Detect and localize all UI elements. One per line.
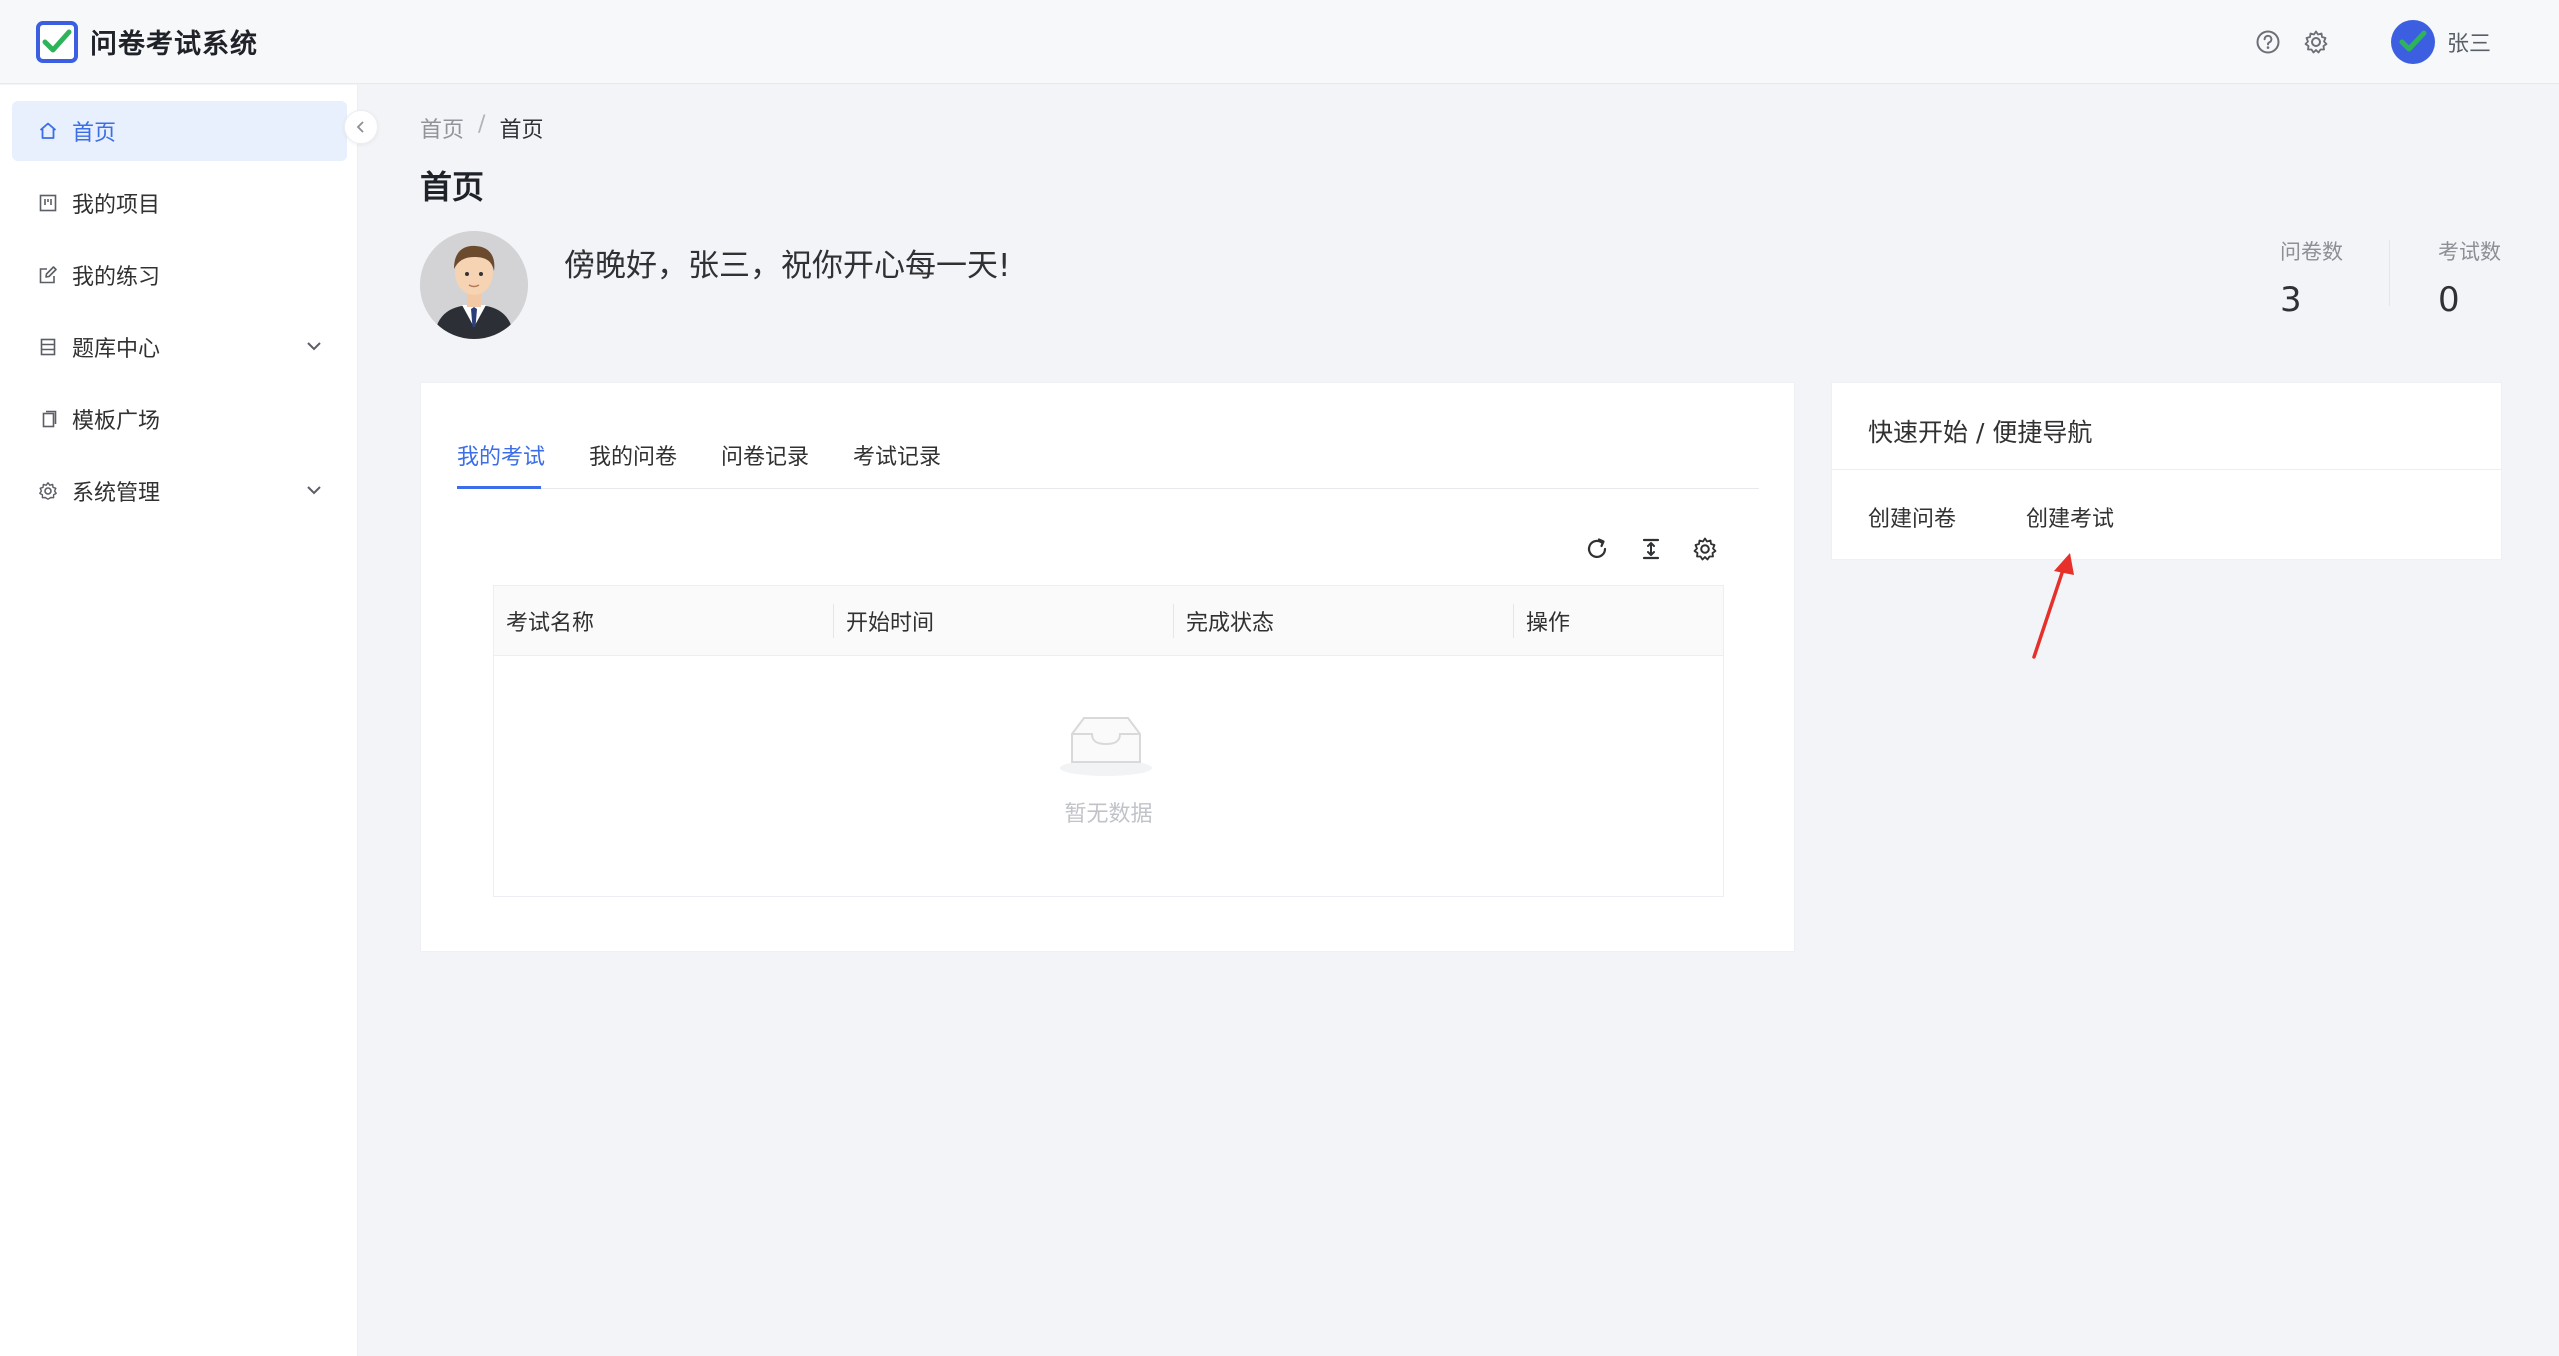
breadcrumb-root[interactable]: 首页 <box>420 112 464 144</box>
stat-label: 考试数 <box>2438 240 2501 264</box>
quick-start-divider <box>1832 469 2501 470</box>
quick-start-card: 快速开始 / 便捷导航 创建问卷 创建考试 <box>1831 382 2502 560</box>
empty-text: 暂无数据 <box>1064 802 1153 827</box>
gear-icon[interactable] <box>2301 27 2331 57</box>
annotation-arrow-icon <box>2032 553 2074 659</box>
tab-survey-records[interactable]: 问卷记录 <box>721 439 809 489</box>
profile-avatar <box>420 231 528 339</box>
tab-bar: 我的考试 我的问卷 问卷记录 考试记录 <box>457 439 1759 489</box>
chevron-down-icon <box>307 486 321 495</box>
sidebar-item-templates[interactable]: 模板广场 <box>12 389 347 449</box>
create-exam-link[interactable]: 创建考试 <box>2026 501 2114 533</box>
app-logo[interactable]: 问卷考试系统 <box>36 20 258 63</box>
tab-exam-records[interactable]: 考试记录 <box>853 439 941 489</box>
tab-active-indicator <box>457 486 541 489</box>
sidebar-item-label: 首页 <box>72 121 117 146</box>
stat-exams: 考试数 0 <box>2438 236 2501 320</box>
user-avatar[interactable] <box>2390 20 2435 64</box>
greeting-text: 傍晚好，张三，祝你开心每一天! <box>564 248 1011 284</box>
sidebar-item-label: 模板广场 <box>72 409 161 434</box>
sidebar-item-system[interactable]: 系统管理 <box>12 461 347 521</box>
sidebar-item-label: 我的项目 <box>72 193 161 218</box>
tab-my-exams[interactable]: 我的考试 <box>457 439 545 489</box>
stat-value: 3 <box>2280 280 2302 320</box>
table-settings-icon[interactable] <box>1689 533 1721 565</box>
app-title: 问卷考试系统 <box>90 29 258 60</box>
copy-icon <box>36 407 60 431</box>
sidebar-item-home[interactable]: 首页 <box>12 101 347 161</box>
kanban-icon <box>36 191 60 215</box>
sidebar-item-label: 我的练习 <box>72 265 161 290</box>
chevron-down-icon <box>307 342 321 351</box>
sidebar: 首页 我的项目 我的练习 题库中心 模板广场 系统管理 <box>0 85 358 1356</box>
column-header: 开始时间 <box>846 611 935 636</box>
top-header: 问卷考试系统 张三 <box>0 0 2559 84</box>
column-height-icon[interactable] <box>1635 533 1667 565</box>
tab-my-surveys[interactable]: 我的问卷 <box>589 439 677 489</box>
settings-icon <box>36 479 60 503</box>
column-header: 完成状态 <box>1186 611 1275 636</box>
edit-icon <box>36 263 60 287</box>
column-header: 操作 <box>1526 611 1571 636</box>
column-header: 考试名称 <box>506 611 595 636</box>
breadcrumb-current: 首页 <box>499 118 544 143</box>
quick-start-title: 快速开始 / 便捷导航 <box>1868 418 2093 447</box>
table-header: 考试名称 开始时间 完成状态 操作 <box>494 586 1723 656</box>
chevron-left-icon <box>356 121 364 133</box>
stat-surveys: 问卷数 3 <box>2280 236 2343 320</box>
sidebar-item-projects[interactable]: 我的项目 <box>12 173 347 233</box>
sidebar-item-practice[interactable]: 我的练习 <box>12 245 347 305</box>
stat-divider <box>2389 240 2390 306</box>
breadcrumb: 首页 / 首页 <box>420 112 543 144</box>
breadcrumb-separator: / <box>478 112 486 137</box>
sidebar-item-label: 题库中心 <box>72 337 161 362</box>
empty-inbox-icon <box>1060 717 1152 776</box>
stat-value: 0 <box>2438 280 2460 320</box>
records-card: 我的考试 我的问卷 问卷记录 考试记录 考试名称 开始时间 完成状态 操作 暂无… <box>420 382 1795 952</box>
refresh-icon[interactable] <box>1581 533 1613 565</box>
sidebar-item-question-bank[interactable]: 题库中心 <box>12 317 347 377</box>
create-survey-link[interactable]: 创建问卷 <box>1868 501 1956 533</box>
help-icon[interactable] <box>2253 27 2283 57</box>
stat-label: 问卷数 <box>2280 240 2343 264</box>
sidebar-item-label: 系统管理 <box>72 481 161 506</box>
home-icon <box>36 119 60 143</box>
exams-table: 考试名称 开始时间 完成状态 操作 暂无数据 <box>493 585 1724 897</box>
page-title: 首页 <box>420 168 485 206</box>
sidebar-collapse-button[interactable] <box>344 110 378 144</box>
user-name[interactable]: 张三 <box>2447 26 2491 58</box>
checkbox-logo-icon <box>36 20 78 63</box>
database-icon <box>36 335 60 359</box>
